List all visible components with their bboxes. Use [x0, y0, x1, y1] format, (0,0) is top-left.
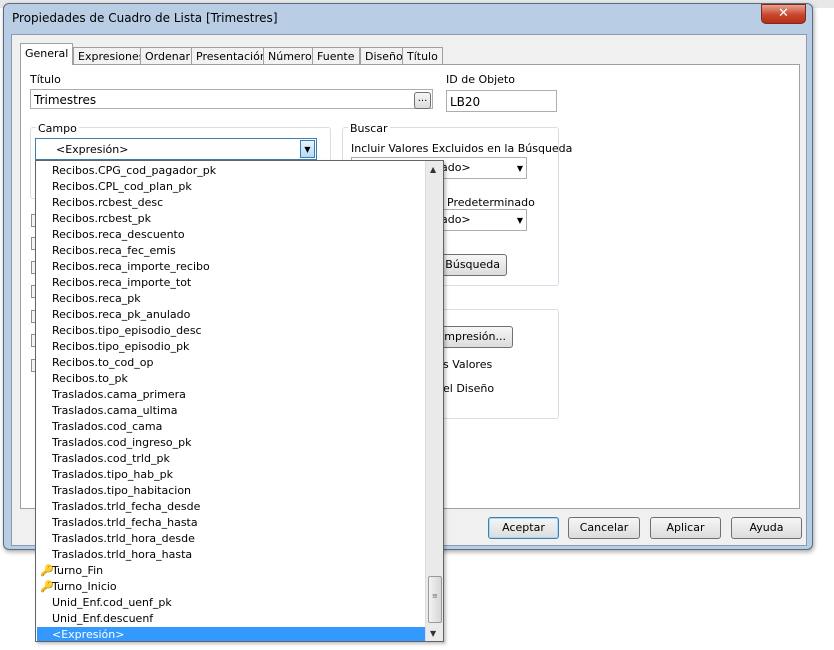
dropdown-item[interactable]: Traslados.trld_fecha_hasta	[37, 515, 426, 531]
dropdown-item[interactable]: Traslados.cama_ultima	[37, 403, 426, 419]
dropdown-item-label: Recibos.tipo_episodio_desc	[52, 324, 202, 337]
dropdown-item-label: Traslados.trld_fecha_hasta	[52, 516, 198, 529]
dropdown-item[interactable]: Traslados.cod_cama	[37, 419, 426, 435]
buscar-label: Buscar	[348, 122, 390, 135]
dropdown-item[interactable]: Recibos.rcbest_pk	[37, 211, 426, 227]
grip-icon: ≡	[432, 592, 438, 600]
title-input[interactable]: Trimestres	[30, 89, 433, 109]
buscar-default-label: Predeterminado	[447, 196, 535, 209]
chevron-down-icon[interactable]: ▼	[300, 140, 315, 158]
dropdown-item[interactable]: Traslados.cama_primera	[37, 387, 426, 403]
object-id-input[interactable]: LB20	[446, 90, 557, 112]
tab-diseno[interactable]: Diseño	[360, 47, 408, 65]
dropdown-item-label: Recibos.rcbest_pk	[52, 212, 151, 225]
tab-general[interactable]: General	[20, 43, 74, 65]
dropdown-item-label: Traslados.cod_ingreso_pk	[52, 436, 192, 449]
dropdown-item-label: Recibos.reca_pk	[52, 292, 141, 305]
tab-expresiones[interactable]: Expresiones	[73, 47, 150, 65]
tab-presentacion[interactable]: Presentación	[191, 47, 272, 65]
dropdown-item[interactable]: Recibos.reca_descuento	[37, 227, 426, 243]
buscar-excluded-label: Incluir Valores Excluidos en la Búsqueda	[351, 142, 573, 155]
dropdown-item-label: Recibos.reca_importe_tot	[52, 276, 192, 289]
dropdown-item-label: Recibos.CPL_cod_plan_pk	[52, 180, 192, 193]
dropdown-item[interactable]: Recibos.reca_pk_anulado	[37, 307, 426, 323]
dropdown-item-label: Recibos.to_pk	[52, 372, 128, 385]
dropdown-item-label: Traslados.trld_fecha_desde	[52, 500, 201, 513]
title-ellipsis-button[interactable]: ...	[414, 92, 431, 109]
dropdown-item[interactable]: Recibos.to_cod_op	[37, 355, 426, 371]
dropdown-item[interactable]: Unid_Enf.descuenf	[37, 611, 426, 627]
dropdown-item[interactable]: Traslados.tipo_hab_pk	[37, 467, 426, 483]
dropdown-item[interactable]: Recibos.tipo_episodio_desc	[37, 323, 426, 339]
dropdown-item-label: Traslados.cama_ultima	[52, 404, 178, 417]
dropdown-item[interactable]: Recibos.reca_importe_recibo	[37, 259, 426, 275]
campo-label: Campo	[36, 122, 79, 135]
dropdown-item-label: Recibos.CPG_cod_pagador_pk	[52, 164, 217, 177]
dialog-title: Propiedades de Cuadro de Lista [Trimestr…	[12, 11, 278, 25]
dropdown-item-label: Recibos.reca_pk_anulado	[52, 308, 191, 321]
dropdown-item-label: Recibos.reca_fec_emis	[52, 244, 176, 257]
dropdown-item[interactable]: Recibos.tipo_episodio_pk	[37, 339, 426, 355]
dropdown-item-label: Unid_Enf.descuenf	[52, 612, 154, 625]
dropdown-item[interactable]: Recibos.reca_pk	[37, 291, 426, 307]
dropdown-item-label: Turno_Inicio	[52, 580, 117, 593]
dropdown-item[interactable]: Recibos.to_pk	[37, 371, 426, 387]
dropdown-item-label: Recibos.to_cod_op	[52, 356, 154, 369]
dropdown-item[interactable]: 🔑 Turno_Fin	[37, 563, 426, 579]
dropdown-item-label: Recibos.tipo_episodio_pk	[52, 340, 190, 353]
dropdown-item[interactable]: Recibos.rcbest_desc	[37, 195, 426, 211]
dropdown-item-label: Traslados.trld_hora_desde	[52, 532, 195, 545]
scroll-up-icon[interactable]: ▲	[430, 165, 436, 174]
object-id-label: ID de Objeto	[446, 73, 515, 86]
dropdown-item-label: Unid_Enf.cod_uenf_pk	[52, 596, 172, 609]
scroll-down-icon[interactable]: ▼	[430, 629, 436, 638]
dropdown-item[interactable]: Recibos.CPL_cod_plan_pk	[37, 179, 426, 195]
chevron-down-icon: ▼	[516, 216, 523, 225]
dropdown-item-label: Recibos.reca_importe_recibo	[52, 260, 210, 273]
dropdown-item[interactable]: Recibos.reca_fec_emis	[37, 243, 426, 259]
close-button[interactable]: ✕	[761, 4, 806, 24]
design-label: el Diseño	[443, 382, 495, 395]
dropdown-item[interactable]: Recibos.CPG_cod_pagador_pk	[37, 163, 426, 179]
dropdown-item-label: <Expresión>	[52, 628, 125, 641]
dropdown-item-label: Turno_Fin	[52, 564, 104, 577]
dropdown-item[interactable]: Traslados.trld_fecha_desde	[37, 499, 426, 515]
help-button[interactable]: Ayuda	[731, 517, 802, 539]
dropdown-item-label: Traslados.tipo_habitacion	[52, 484, 192, 497]
dropdown-item-label: Traslados.cod_trld_pk	[52, 452, 170, 465]
ok-button[interactable]: Aceptar	[488, 517, 559, 539]
cancel-button[interactable]: Cancelar	[568, 517, 640, 539]
dropdown-scrollbar[interactable]: ▲ ≡ ▼	[425, 161, 443, 641]
title-label: Título	[30, 73, 61, 86]
dropdown-item[interactable]: Recibos.reca_importe_tot	[37, 275, 426, 291]
campo-dropdown-list[interactable]: Recibos.CPG_cod_pagador_pk Recibos.CPL_co…	[35, 160, 444, 642]
tab-ordenar[interactable]: Ordenar	[140, 47, 195, 65]
dropdown-item-label: Recibos.rcbest_desc	[52, 196, 164, 209]
dropdown-item[interactable]: Unid_Enf.cod_uenf_pk	[37, 595, 426, 611]
dropdown-item-label: Traslados.trld_hora_hasta	[52, 548, 193, 561]
dropdown-item[interactable]: 🔑 Turno_Inicio	[37, 579, 426, 595]
dropdown-item[interactable]: Traslados.cod_trld_pk	[37, 451, 426, 467]
dropdown-item[interactable]: Traslados.cod_ingreso_pk	[37, 435, 426, 451]
tab-numero[interactable]: Número	[263, 47, 317, 65]
campo-select[interactable]: <Expresión> ▼	[35, 138, 317, 160]
dropdown-item-label: Traslados.tipo_hab_pk	[52, 468, 173, 481]
chevron-down-icon: ▼	[516, 164, 523, 173]
scroll-thumb[interactable]: ≡	[428, 576, 442, 623]
apply-button[interactable]: Aplicar	[650, 517, 721, 539]
tab-fuente[interactable]: Fuente	[312, 47, 360, 65]
dropdown-item[interactable]: Traslados.trld_hora_desde	[37, 531, 426, 547]
dropdown-item-label: Traslados.cod_cama	[52, 420, 163, 433]
dropdown-item[interactable]: <Expresión>	[37, 627, 426, 641]
campo-value: <Expresión>	[56, 143, 129, 156]
tab-titulo[interactable]: Título	[402, 47, 443, 65]
dropdown-item-label: Recibos.reca_descuento	[52, 228, 185, 241]
dropdown-item[interactable]: Traslados.trld_hora_hasta	[37, 547, 426, 563]
dropdown-item-label: Traslados.cama_primera	[52, 388, 186, 401]
dropdown-item[interactable]: Traslados.tipo_habitacion	[37, 483, 426, 499]
values-label: s Valores	[443, 358, 493, 371]
